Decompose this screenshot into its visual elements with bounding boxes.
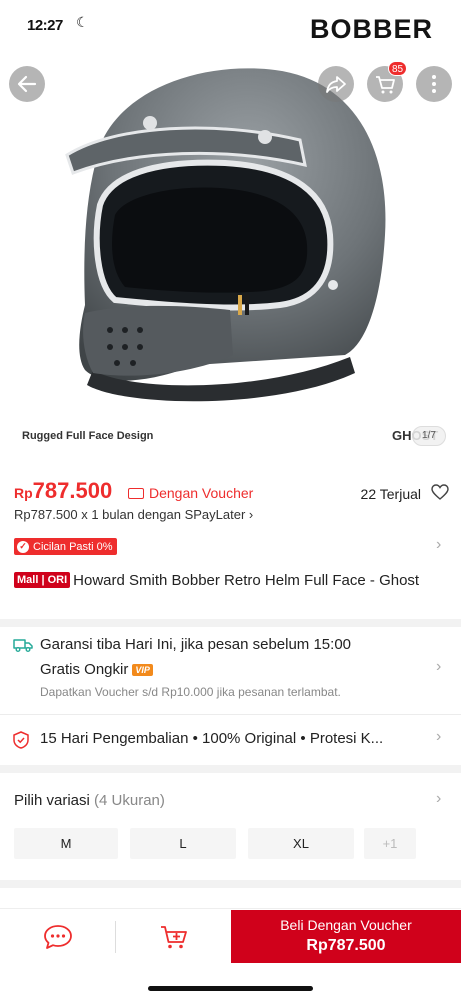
section-divider	[0, 765, 461, 773]
chevron-right-icon: ›	[436, 536, 442, 553]
cicilan-text: Cicilan Pasti 0%	[33, 540, 113, 553]
heart-icon[interactable]	[431, 484, 449, 500]
add-to-cart-button[interactable]	[116, 909, 231, 964]
divider	[0, 714, 461, 715]
check-icon: ✓	[17, 540, 29, 553]
mall-ori-badge: Mall | ORI	[14, 572, 71, 588]
cicilan-badge: ✓ Cicilan Pasti 0%	[14, 538, 118, 555]
product-image-gallery[interactable]: 12:27 ☾ BOBBER 85 Rugged Full Face Desig…	[0, 0, 461, 460]
vip-badge: VIP	[132, 663, 153, 676]
back-button[interactable]	[9, 66, 45, 102]
voucher-label[interactable]: Dengan Voucher	[128, 485, 253, 501]
section-divider	[0, 880, 461, 888]
status-time: 12:27	[27, 17, 63, 34]
price-row: Rp787.500 Dengan Voucher 22 Terjual	[14, 478, 449, 506]
back-arrow-icon	[17, 75, 37, 93]
late-voucher-note: Dapatkan Voucher s/d Rp10.000 jika pesan…	[40, 685, 341, 699]
moon-icon: ☾	[76, 14, 89, 30]
product-title-text: Howard Smith Bobber Retro Helm Full Face…	[73, 572, 420, 589]
cart-icon	[376, 76, 395, 94]
image-caption: Rugged Full Face Design	[22, 430, 154, 442]
free-shipping-text: Gratis Ongkir	[40, 661, 129, 678]
home-indicator	[148, 986, 313, 991]
share-icon	[326, 76, 346, 93]
truck-icon	[13, 639, 33, 652]
voucher-text: Dengan Voucher	[149, 485, 254, 501]
buy-with-voucher-button[interactable]: Beli Dengan Voucher Rp787.500	[231, 910, 461, 963]
more-options-button[interactable]	[416, 66, 452, 102]
spaylater-text: Rp787.500 x 1 bulan dengan SPayLater	[14, 507, 246, 522]
chevron-right-icon: ›	[436, 728, 442, 745]
bottom-action-bar: Beli Dengan Voucher Rp787.500	[0, 908, 461, 1000]
voucher-icon	[128, 487, 144, 499]
image-counter: 1/7	[412, 426, 446, 446]
chat-icon	[43, 924, 72, 949]
share-button[interactable]	[318, 66, 354, 102]
cart-count-badge: 85	[388, 61, 408, 76]
buy-button-label: Beli Dengan Voucher	[280, 917, 412, 933]
variant-selector-title[interactable]: Pilih variasi (4 Ukuran)	[14, 792, 165, 809]
sold-count: 22 Terjual	[360, 486, 421, 502]
variant-option-m[interactable]: M	[14, 828, 118, 859]
more-icon	[432, 75, 436, 93]
shield-icon	[13, 731, 29, 749]
chat-button[interactable]	[0, 909, 115, 964]
add-to-cart-icon	[160, 925, 187, 948]
cart-button[interactable]: 85	[367, 61, 408, 102]
variant-title-text: Pilih variasi	[14, 792, 90, 809]
price: Rp787.500	[14, 478, 112, 504]
price-amount: 787.500	[32, 478, 113, 503]
guarantee-text: 15 Hari Pengembalian • 100% Original • P…	[40, 730, 384, 747]
cicilan-row[interactable]: ✓ Cicilan Pasti 0% ›	[0, 532, 461, 560]
buy-button-price: Rp787.500	[306, 937, 386, 954]
brand-logo-text: BOBBER	[310, 14, 434, 44]
free-shipping: Gratis Ongkir VIP	[40, 661, 153, 678]
variant-more[interactable]: +1	[364, 828, 416, 859]
spaylater-link[interactable]: Rp787.500 x 1 bulan dengan SPayLater ›	[14, 507, 253, 522]
chevron-right-icon: ›	[436, 790, 442, 807]
chevron-right-icon: ›	[436, 658, 442, 675]
delivery-guarantee: Garansi tiba Hari Ini, jika pesan sebelu…	[40, 636, 352, 653]
chevron-right-icon: ›	[248, 507, 254, 522]
variant-count: (4 Ukuran)	[94, 792, 165, 809]
variant-option-xl[interactable]: XL	[248, 828, 354, 859]
helmet-image	[65, 68, 386, 402]
price-currency: Rp	[14, 485, 33, 501]
product-title: Mall | ORI Howard Smith Bobber Retro Helm…	[14, 571, 434, 591]
section-divider	[0, 619, 461, 627]
variant-option-l[interactable]: L	[130, 828, 236, 859]
